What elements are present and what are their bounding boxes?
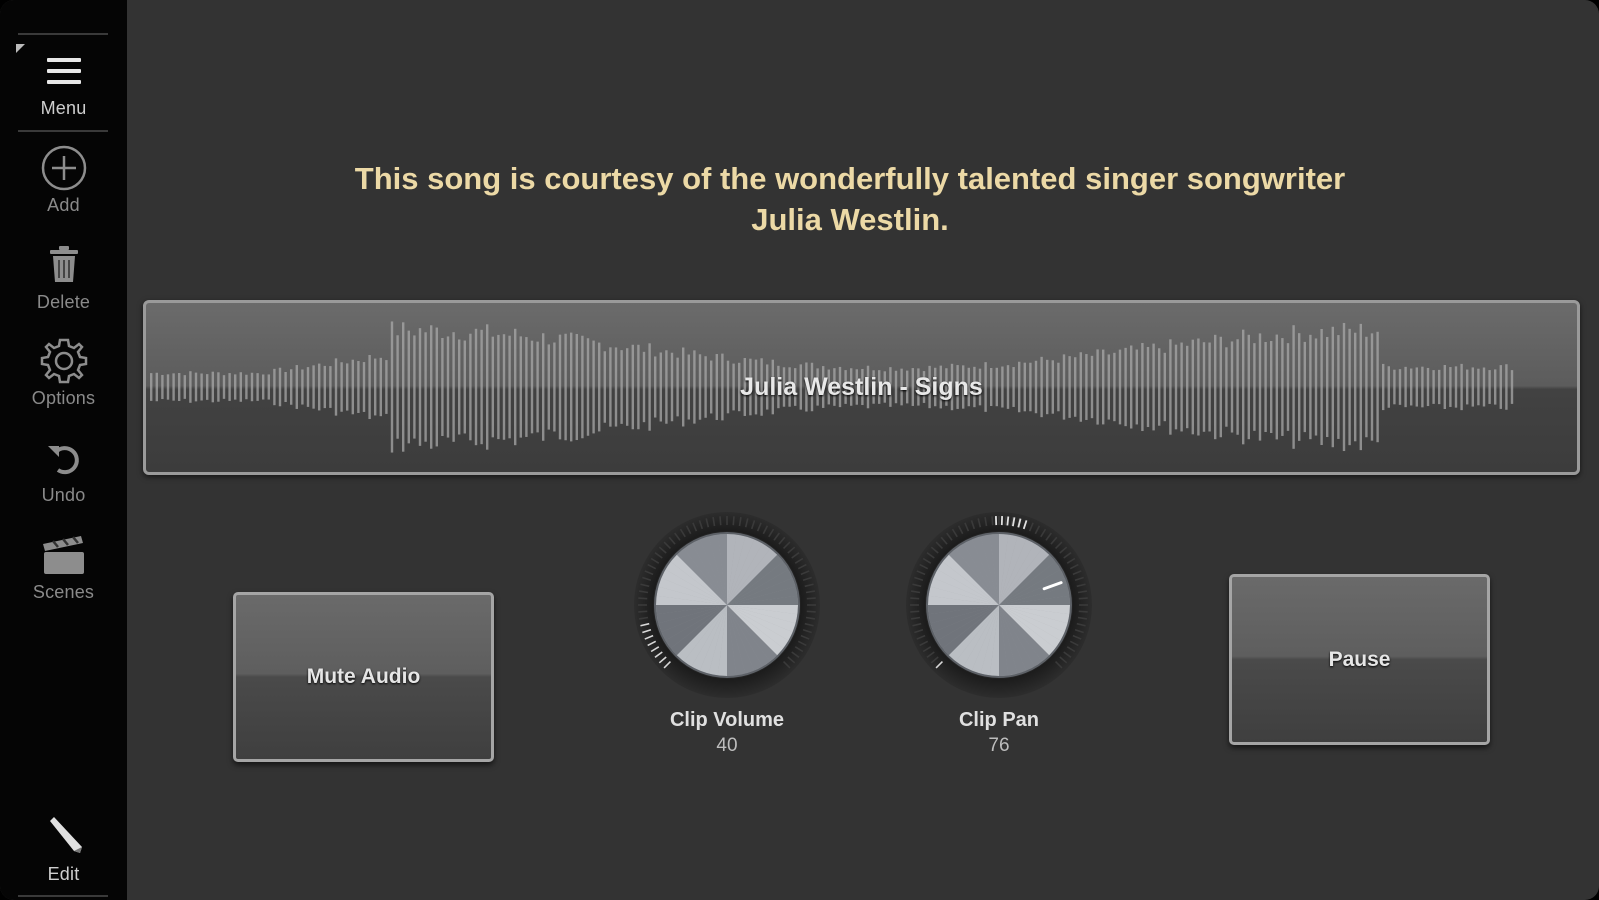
sidebar-divider [18,895,108,897]
plus-circle-icon [39,143,89,193]
clip-pan-knob[interactable] [904,505,1094,705]
gear-icon [39,336,89,386]
sidebar-item-undo[interactable]: Undo [0,433,127,519]
clapperboard-icon [39,530,89,580]
clip-volume-knob[interactable] [632,505,822,705]
clip-title: Julia Westlin - Signs [740,373,983,401]
clip-volume-value: 40 [716,735,738,756]
sidebar-item-label: Add [47,195,80,215]
pause-button[interactable]: Pause [1229,574,1490,745]
sidebar-item-delete[interactable]: Delete [0,240,127,326]
menu-icon [39,46,89,96]
sidebar-item-menu[interactable]: Menu [0,46,127,132]
sidebar-item-label: Delete [36,292,91,312]
sidebar-item-label: Options [31,388,96,408]
clip-volume-label: Clip Volume [669,709,785,731]
credit-line-1: This song is courtesy of the wonderfully… [354,161,1346,196]
sidebar-item-add[interactable]: Add [0,143,127,229]
clip-volume-control: Clip Volume 40 [632,505,822,775]
clip-pan-label: Clip Pan [958,709,1039,731]
sidebar-item-options[interactable]: Options [0,336,127,422]
app-window: Menu Add Delete Options Undo Scenes Edit… [0,0,1599,900]
clip-pan-control: Clip Pan 76 [904,505,1094,775]
sidebar-item-label: Scenes [32,582,95,602]
pencil-icon [39,812,89,862]
credit-text: This song is courtesy of the wonderfully… [180,158,1520,240]
sidebar-item-edit[interactable]: Edit [0,812,127,898]
sidebar-divider [18,130,108,132]
mute-audio-button[interactable]: Mute Audio [233,592,494,762]
clip-pan-value: 76 [988,735,1010,756]
credit-line-2: Julia Westlin. [751,202,949,237]
sidebar-item-scenes[interactable]: Scenes [0,530,127,616]
undo-icon [39,433,89,483]
sidebar: Menu Add Delete Options Undo Scenes Edit [0,0,127,900]
sidebar-divider [18,33,108,35]
audio-clip-waveform[interactable]: Julia Westlin - Signs [143,300,1580,475]
sidebar-item-label: Edit [47,864,80,884]
sidebar-item-label: Undo [41,485,86,505]
sidebar-item-label: Menu [40,98,87,118]
trash-icon [39,240,89,290]
